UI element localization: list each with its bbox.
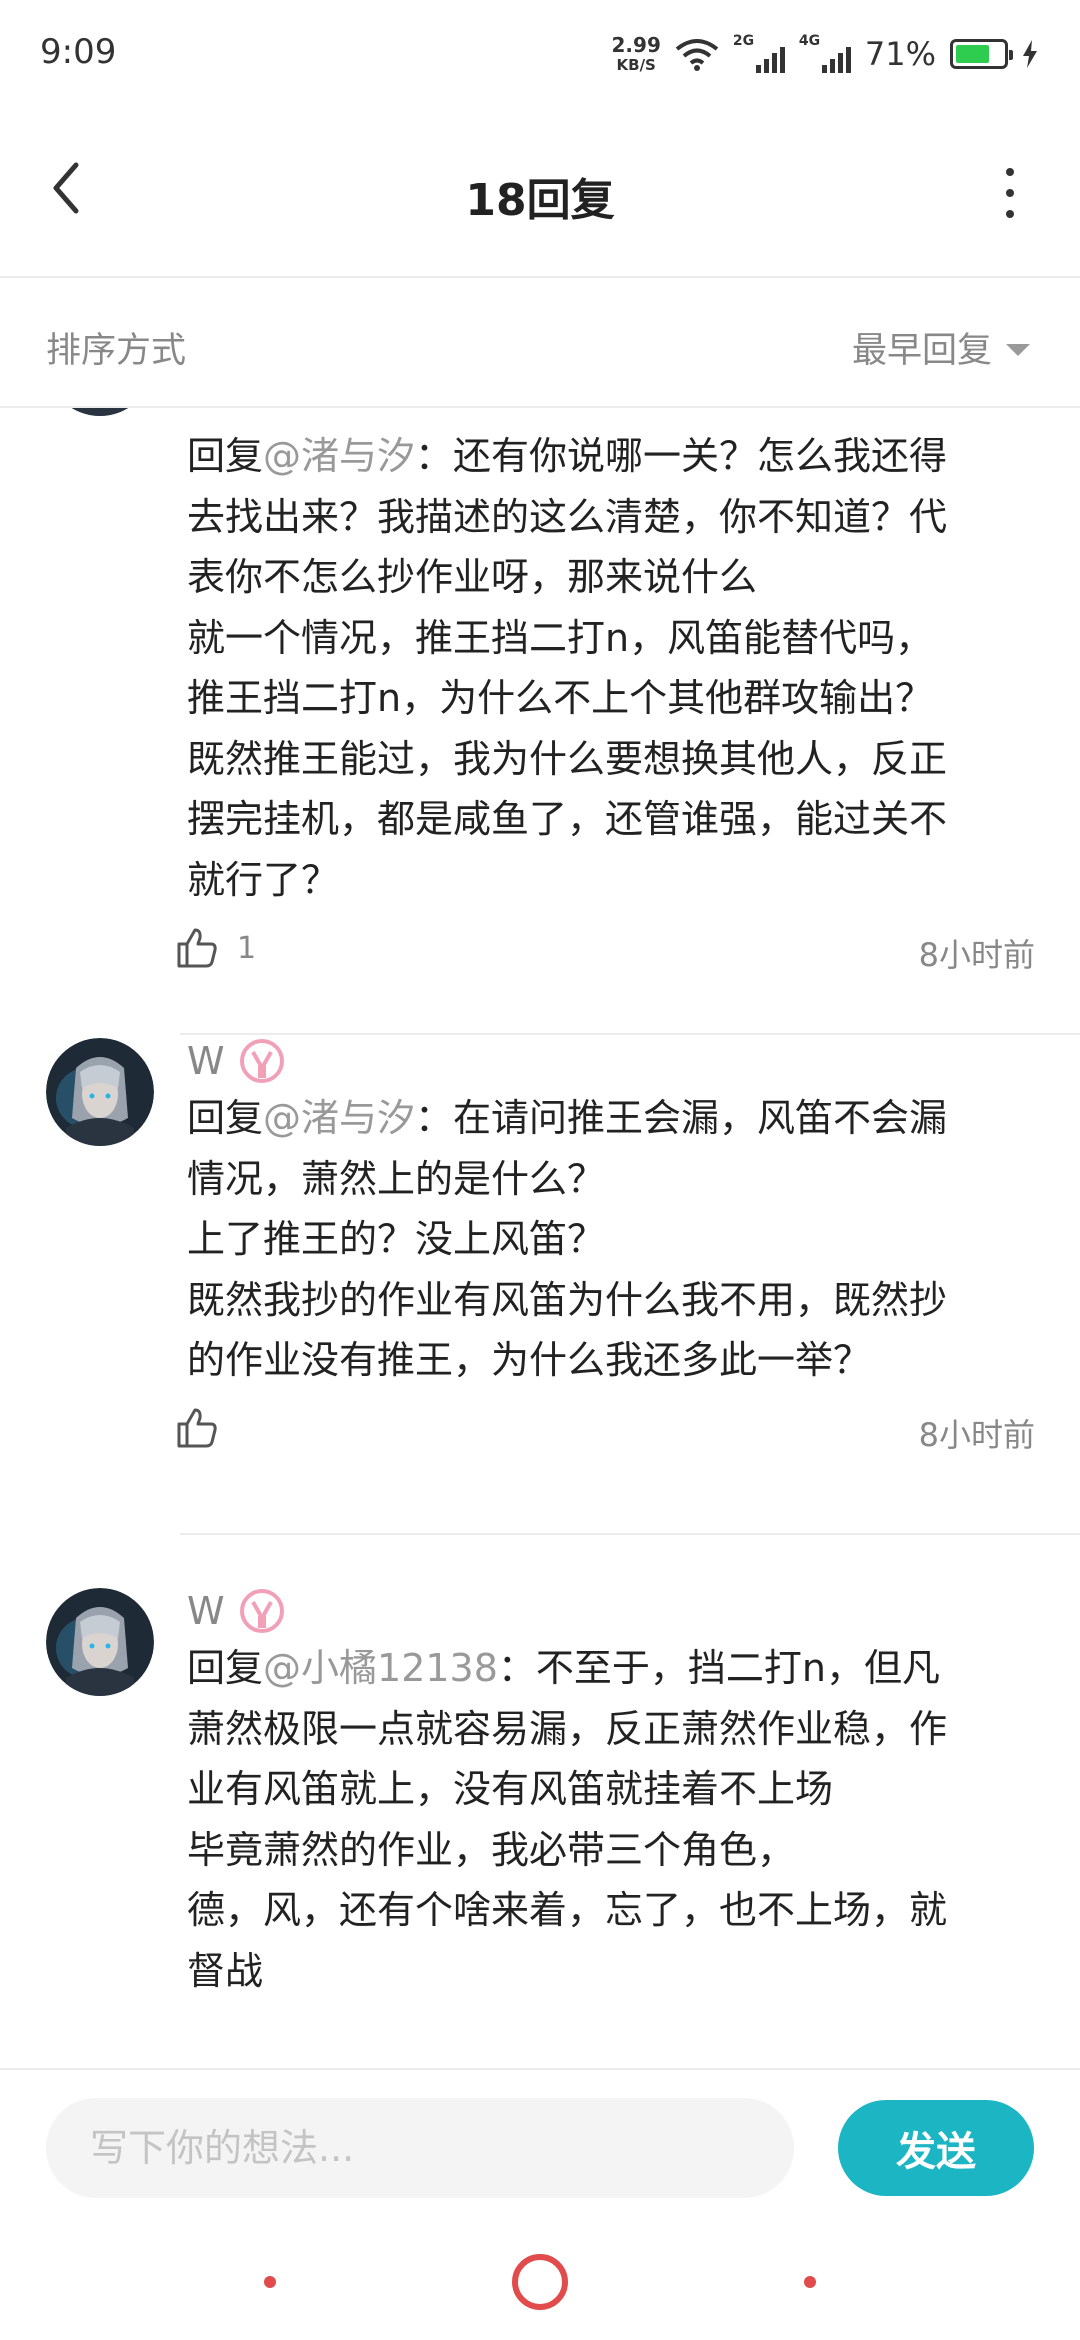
thumbs-up-icon xyxy=(177,928,217,968)
comment-footer: 1 8小时前 xyxy=(175,926,1035,976)
sort-selected-value: 最早回复 xyxy=(851,331,992,371)
divider xyxy=(180,1033,1080,1035)
comment-text-line: ：还有你说哪一关？怎么我还得 xyxy=(415,434,948,478)
battery-fill xyxy=(956,45,989,63)
comment-body: 回复@渚与汐：还有你说哪一关？怎么我还得 去找出来？我描述的这么清楚，你不知道？… xyxy=(187,426,1037,910)
comment-text-line: 上了推王的？没上风笛？ xyxy=(187,1217,606,1261)
comment-text-line: 的作业没有推王，为什么我还多此一举？ xyxy=(187,1338,872,1382)
comment-text-line: 就一个情况，推王挡二打n，风笛能替代吗， xyxy=(187,615,934,660)
nav-menu-button[interactable] xyxy=(264,2276,276,2288)
username-text: W xyxy=(187,1039,225,1083)
caret-down-icon xyxy=(1006,343,1030,356)
comment-text-line: 表你不怎么抄作业呀，那来说什么 xyxy=(187,555,758,599)
comment-text-line: 毕竟萧然的作业，我必带三个角色， xyxy=(187,1827,796,1872)
sim2-type: 4G xyxy=(798,33,821,49)
network-speed-value: 2.99 xyxy=(611,33,661,57)
comment-list[interactable]: 回复@渚与汐：还有你说哪一关？怎么我还得 去找出来？我描述的这么清楚，你不知道？… xyxy=(0,408,1080,2068)
status-icons: 2.99 KB/S 2G 4G 71% xyxy=(612,30,1038,78)
avatar[interactable] xyxy=(46,1588,154,1696)
comment-text-line: ：不至于，挡二打n，但凡 xyxy=(497,1646,940,1690)
badge-icon xyxy=(239,1039,284,1083)
reply-prefix: 回复 xyxy=(187,1096,264,1140)
comment-text-line: 去找出来？我描述的这么清楚，你不知道？代 xyxy=(187,494,948,539)
thumbs-up-icon xyxy=(177,1408,217,1448)
avatar[interactable] xyxy=(46,1038,154,1146)
like-button[interactable] xyxy=(175,1406,237,1450)
comment-time: 8小时前 xyxy=(918,1416,1035,1454)
send-button[interactable]: 发送 xyxy=(838,2100,1034,2196)
mention-link[interactable]: @小橘12138 xyxy=(263,1646,498,1690)
nav-back-button[interactable] xyxy=(804,2276,816,2288)
status-time: 9:09 xyxy=(40,32,117,72)
comment-text-line: 萧然极限一点就容易漏，反正萧然作业稳，作 xyxy=(187,1706,948,1751)
sort-label: 排序方式 xyxy=(46,331,187,371)
comment-body: 回复@渚与汐：在请问推王会漏，风笛不会漏 情况，萧然上的是什么？ 上了推王的？没… xyxy=(187,1088,1037,1391)
like-count: 1 xyxy=(237,930,257,966)
divider xyxy=(180,1533,1080,1535)
reply-prefix: 回复 xyxy=(187,1646,264,1690)
comment-text-line: 既然推王能过，我为什么要想换其他人，反正 xyxy=(187,736,948,781)
more-icon xyxy=(1006,168,1014,176)
comment-text-line: 德，风，还有个啥来着，忘了，也不上场，就 xyxy=(187,1888,948,1932)
battery-percent: 71% xyxy=(864,35,936,73)
comment-time: 8小时前 xyxy=(918,936,1035,974)
network-speed: 2.99 KB/S xyxy=(612,35,661,73)
comment-text-line: 推王挡二打n，为什么不上个其他群攻输出？ xyxy=(187,676,934,720)
username[interactable]: W xyxy=(187,1038,285,1084)
signal-icon: 4G xyxy=(798,33,851,73)
avatar[interactable] xyxy=(46,408,154,416)
username[interactable]: W xyxy=(187,1588,285,1634)
comment-body: 回复@小橘12138：不至于，挡二打n，但凡 萧然极限一点就容易漏，反正萧然作业… xyxy=(187,1638,1037,2001)
signal-icon: 2G xyxy=(732,33,785,73)
reply-input[interactable] xyxy=(46,2098,794,2198)
comment-text-line: 业有风笛就上，没有风笛就挂着不上场 xyxy=(187,1767,834,1811)
wifi-icon xyxy=(675,39,719,71)
like-button[interactable]: 1 xyxy=(175,926,256,970)
comment-text-line: 既然我抄的作业有风笛为什么我不用，既然抄 xyxy=(187,1277,948,1322)
battery-icon xyxy=(950,39,1013,69)
network-speed-unit: KB/S xyxy=(616,56,656,74)
sim1-type: 2G xyxy=(732,33,755,49)
reply-prefix: 回复 xyxy=(187,434,264,478)
comment-text-line: 督战 xyxy=(187,1948,264,1993)
comment-text-line: ：在请问推王会漏，风笛不会漏 xyxy=(415,1096,948,1140)
nav-home-button[interactable] xyxy=(512,2254,568,2310)
reply-input-bar: 发送 xyxy=(0,2068,1080,2218)
mention-link[interactable]: @渚与汐 xyxy=(263,434,415,478)
comment-text-line: 就行了？ xyxy=(187,857,340,902)
comment-text-line: 情况，萧然上的是什么？ xyxy=(187,1156,606,1201)
app-header: 18回复 xyxy=(0,110,1080,278)
mention-link[interactable]: @渚与汐 xyxy=(263,1096,415,1140)
charging-icon xyxy=(1023,40,1037,68)
page-title: 18回复 xyxy=(465,175,615,226)
status-bar: 9:09 2.99 KB/S 2G 4G 71% xyxy=(0,0,1080,110)
comment-footer: 8小时前 xyxy=(175,1406,1035,1456)
comment-text-line: 摆完挂机，都是咸鱼了，还管谁强，能过关不 xyxy=(187,797,948,841)
system-nav-bar xyxy=(0,2220,1080,2340)
sort-dropdown[interactable]: 最早回复 xyxy=(852,322,1030,373)
username-text: W xyxy=(187,1589,225,1633)
sort-bar: 排序方式 最早回复 xyxy=(0,280,1080,408)
badge-icon xyxy=(239,1589,284,1633)
more-button[interactable] xyxy=(1000,168,1020,218)
